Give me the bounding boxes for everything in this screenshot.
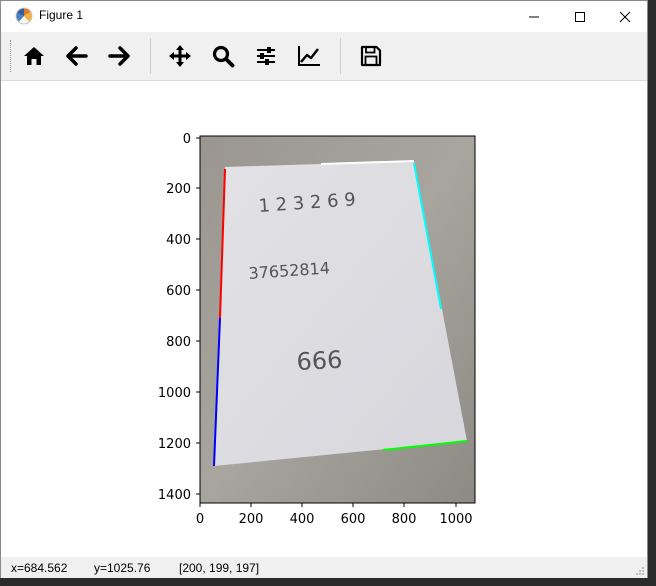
- toolbar-separator: [340, 38, 341, 74]
- toolbar-separator: [150, 38, 151, 74]
- minimize-icon: [529, 16, 539, 17]
- matplotlib-logo-icon: [15, 7, 33, 25]
- figure-window: Figure 1 1 2 3 2 6 9 37652814 666 0 200 …: [0, 0, 648, 578]
- y-tick-label: 1000: [158, 386, 191, 401]
- y-tick-label: 0: [183, 132, 191, 147]
- image-axes: 1 2 3 2 6 9 37652814 666: [199, 135, 476, 504]
- line-chart-icon: [298, 46, 320, 66]
- floppy-disk-icon: [360, 45, 382, 67]
- window-title: Figure 1: [39, 8, 84, 22]
- cursor-x-readout: x=684.562: [11, 561, 68, 575]
- home-button[interactable]: [14, 37, 54, 75]
- move-icon: [169, 45, 191, 67]
- navigation-toolbar: [1, 32, 647, 81]
- x-tick-label: 200: [239, 512, 264, 527]
- background-window-strip: [648, 0, 656, 586]
- y-tick-label: 1200: [158, 437, 191, 452]
- maximize-button[interactable]: [557, 1, 603, 32]
- figure-canvas[interactable]: 1 2 3 2 6 9 37652814 666 0 200 400 600 8…: [1, 81, 647, 557]
- customize-button[interactable]: [289, 37, 329, 75]
- configure-subplots-button[interactable]: [246, 37, 286, 75]
- handwriting-line-3: 666: [296, 346, 343, 376]
- arrow-left-icon: [66, 46, 88, 66]
- back-button[interactable]: [57, 37, 97, 75]
- magnifier-icon: [212, 45, 235, 68]
- y-tick-label: 600: [166, 284, 191, 299]
- y-tick-label: 400: [166, 233, 191, 248]
- pixel-value-readout: [200, 199, 197]: [179, 561, 260, 575]
- home-icon: [24, 47, 44, 65]
- arrow-right-icon: [108, 46, 130, 66]
- x-tick-label: 0: [196, 512, 204, 527]
- close-button[interactable]: [602, 1, 648, 32]
- forward-button[interactable]: [99, 37, 139, 75]
- resize-grip-icon[interactable]: [635, 566, 645, 576]
- save-button[interactable]: [351, 37, 391, 75]
- background-window-strip-bottom: [0, 578, 656, 586]
- y-tick-label: 200: [166, 182, 191, 197]
- x-tick-label: 400: [290, 512, 315, 527]
- sliders-icon: [257, 47, 275, 65]
- x-tick-label: 800: [392, 512, 417, 527]
- y-tick-label: 800: [166, 335, 191, 350]
- title-bar[interactable]: Figure 1: [1, 1, 647, 32]
- close-icon: [619, 11, 631, 22]
- y-tick-label: 1400: [158, 488, 191, 503]
- x-tick-label: 600: [341, 512, 366, 527]
- status-bar: x=684.562 y=1025.76 [200, 199, 197]: [1, 557, 647, 578]
- zoom-button[interactable]: [203, 37, 243, 75]
- plot-svg: 1 2 3 2 6 9 37652814 666 0 200 400 600 8…: [158, 132, 476, 527]
- pan-button[interactable]: [160, 37, 200, 75]
- minimize-button[interactable]: [511, 1, 557, 32]
- maximize-icon: [575, 11, 585, 22]
- x-tick-label: 1000: [439, 512, 472, 527]
- x-axis: 0 200 400 600 800 1000: [196, 503, 473, 527]
- cursor-y-readout: y=1025.76: [94, 561, 151, 575]
- y-axis: 0 200 400 600 800 1000 1200 1400: [158, 132, 200, 503]
